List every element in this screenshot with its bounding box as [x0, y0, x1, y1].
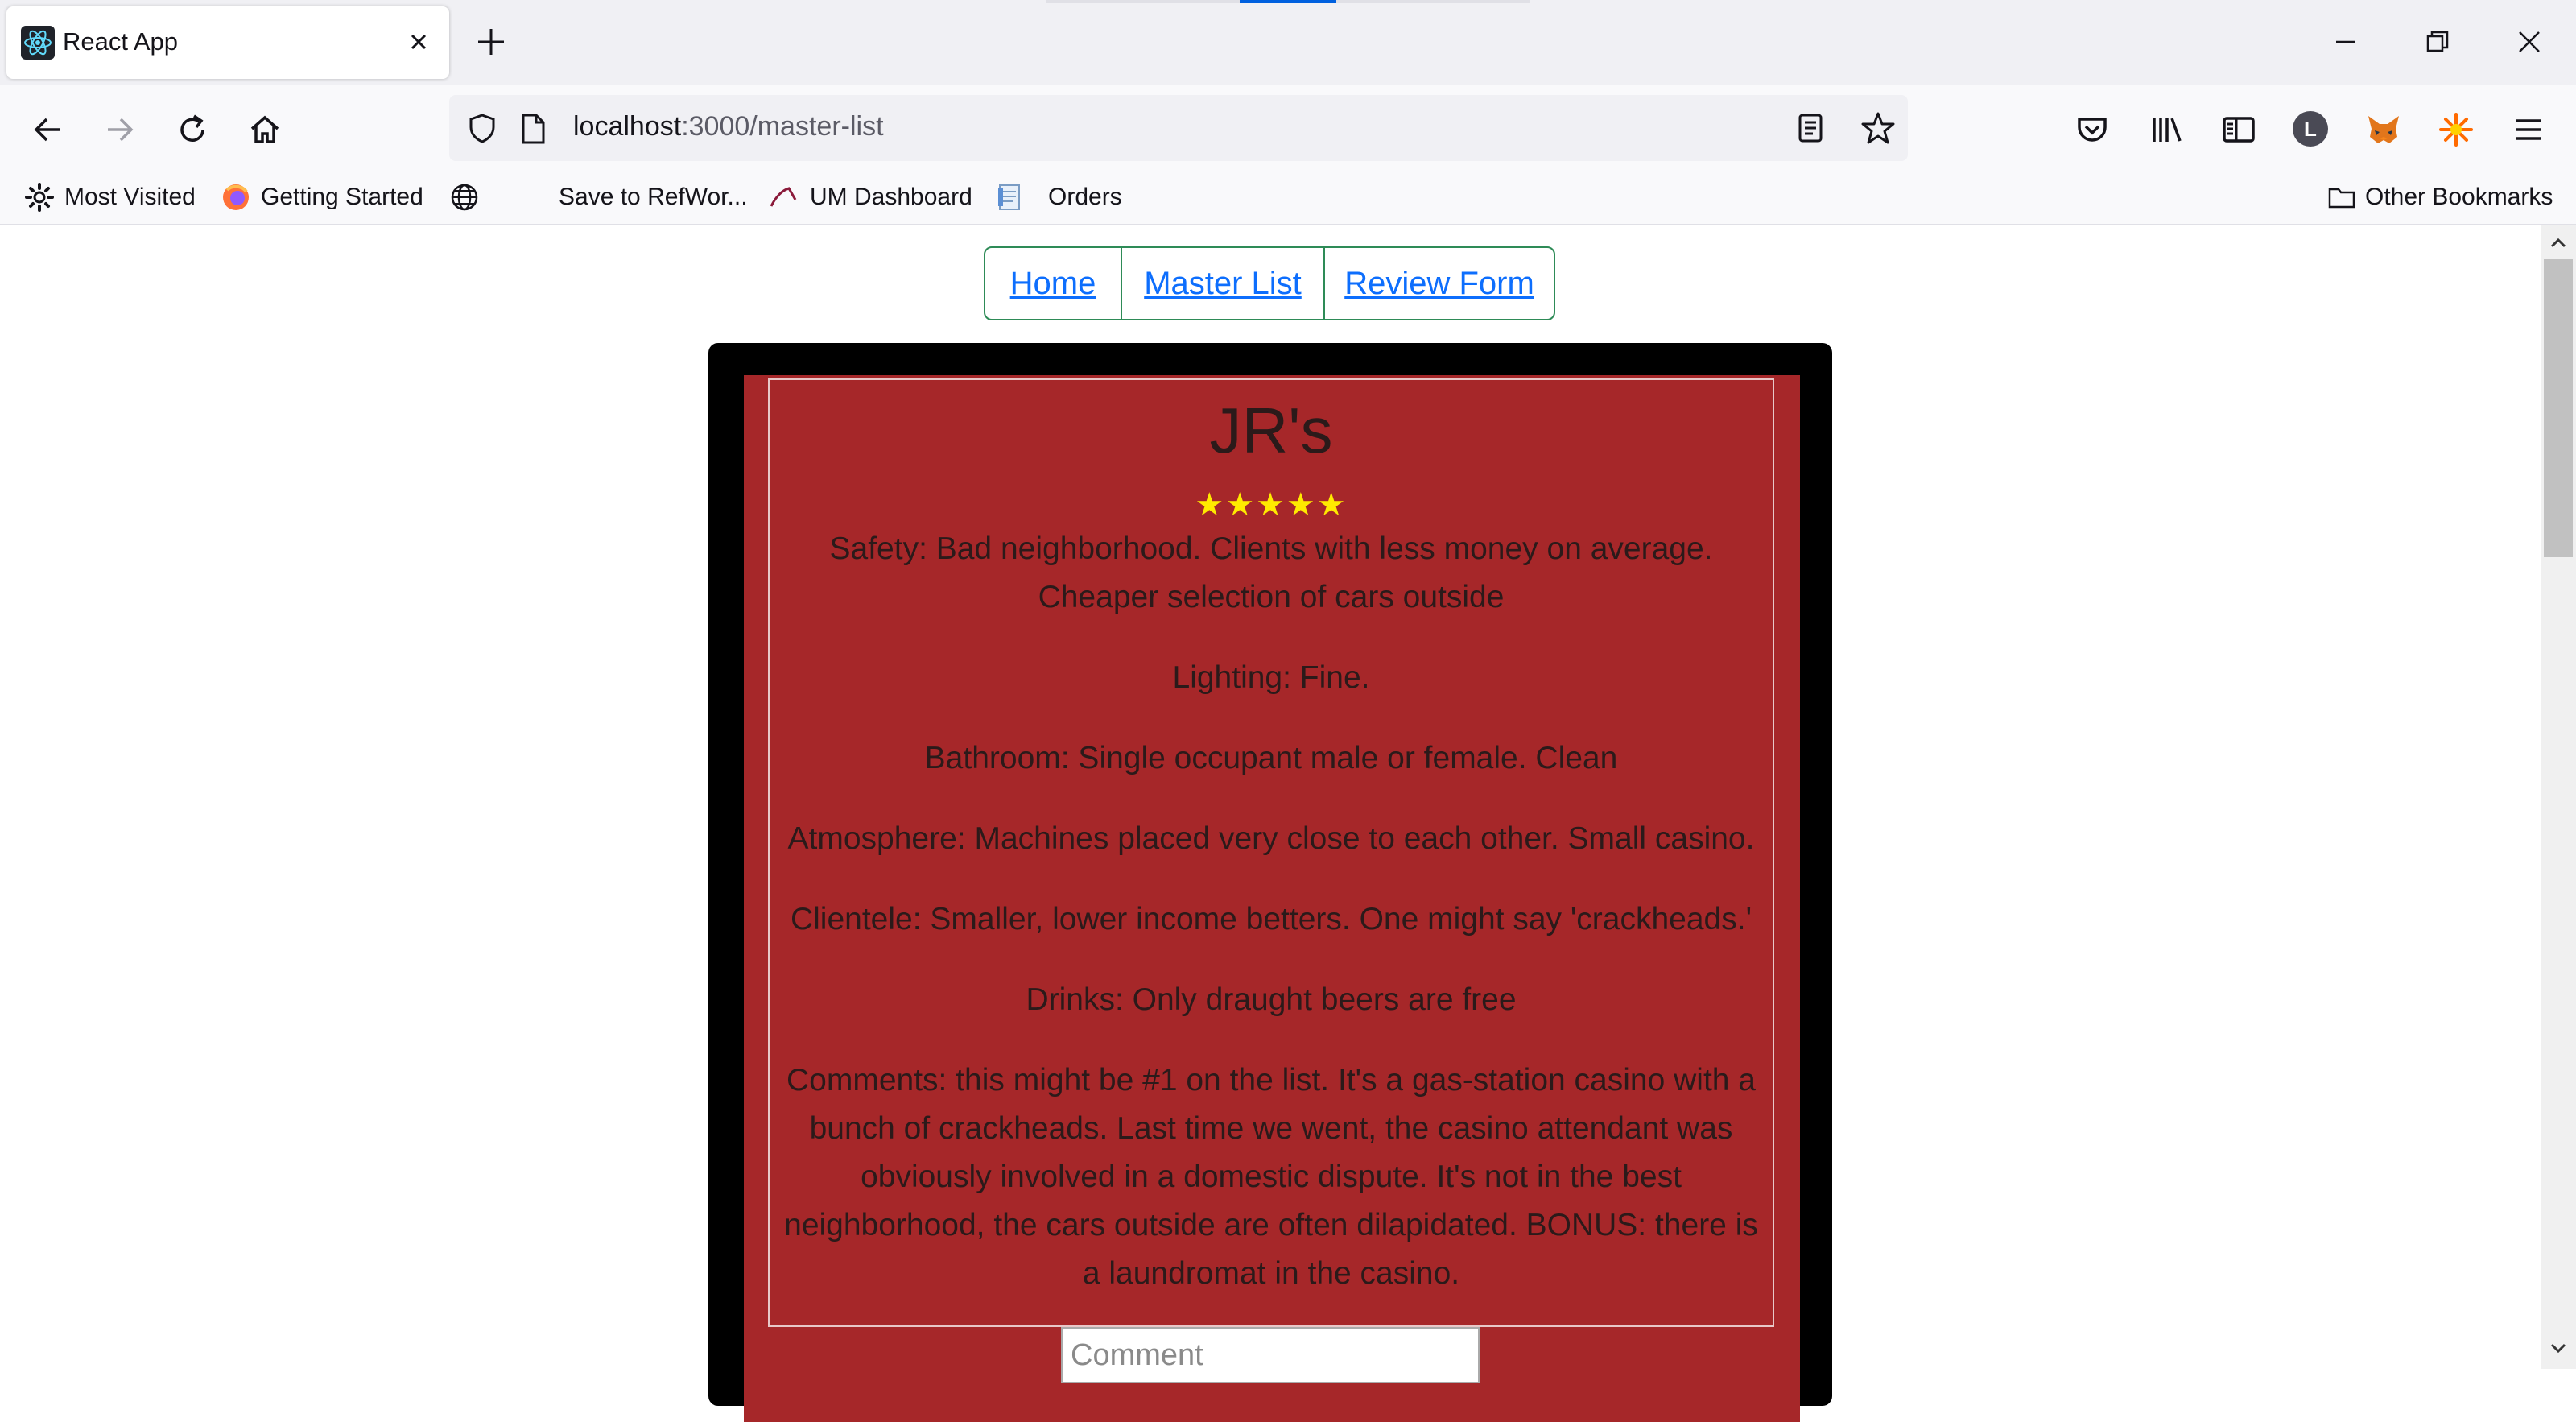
page-scrollbar[interactable]	[2541, 225, 2576, 1369]
scroll-down-arrow-icon[interactable]	[2547, 1337, 2570, 1359]
nav-link-review-form[interactable]: Review Form	[1325, 248, 1554, 319]
tab-strip-active-indicator	[1240, 0, 1336, 3]
metamask-fox-icon[interactable]	[2363, 110, 2404, 150]
review-content: JR's ★★★★★ Safety: Bad neighborhood. Cli…	[768, 378, 1774, 1327]
avatar-initial: L	[2304, 117, 2317, 141]
reader-view-icon[interactable]	[1794, 111, 1827, 145]
orders-document-icon	[998, 184, 1020, 210]
close-window-icon[interactable]	[2510, 23, 2549, 61]
url-text: localhost:3000/master-list	[573, 111, 884, 143]
shield-icon[interactable]	[465, 111, 499, 145]
bookmark-um-dashboard[interactable]: UM Dashboard	[810, 184, 972, 211]
page-info-icon[interactable]	[518, 113, 547, 145]
nav-link-master-list[interactable]: Master List	[1122, 248, 1325, 319]
bookmark-star-icon[interactable]	[1860, 110, 1897, 147]
review-drinks: Drinks: Only draught beers are free	[1026, 982, 1517, 1017]
close-tab-icon[interactable]	[401, 24, 436, 60]
react-favicon-icon	[21, 26, 55, 60]
venue-name: JR's	[1209, 395, 1333, 466]
bookmark-getting-started[interactable]: Getting Started	[261, 184, 423, 211]
forward-icon[interactable]	[100, 110, 140, 150]
home-icon[interactable]	[245, 110, 285, 150]
browser-tab-active[interactable]: React App	[6, 6, 449, 79]
gear-icon	[25, 183, 54, 212]
url-path: :3000/master-list	[681, 111, 884, 142]
site-nav: Home Master List Review Form	[984, 246, 1555, 320]
folder-icon	[2328, 188, 2355, 209]
scrollbar-thumb[interactable]	[2544, 259, 2573, 557]
review-comments: Comments: this might be #1 on the list. …	[784, 1063, 1758, 1291]
library-icon[interactable]	[2146, 110, 2186, 150]
scroll-up-arrow-icon[interactable]	[2547, 232, 2570, 254]
url-bar[interactable]: localhost:3000/master-list	[449, 95, 1908, 161]
tab-strip: React App	[0, 0, 2576, 85]
restore-icon[interactable]	[2418, 23, 2457, 61]
url-host: localhost	[573, 111, 682, 142]
navigation-toolbar: localhost:3000/master-list L	[0, 85, 2576, 174]
bookmark-most-visited[interactable]: Most Visited	[64, 184, 196, 211]
um-dashboard-icon	[770, 187, 797, 207]
extension-burst-icon[interactable]	[2436, 110, 2476, 150]
globe-icon[interactable]	[449, 182, 480, 213]
firefox-icon	[223, 184, 249, 210]
pocket-icon[interactable]	[2072, 110, 2112, 150]
bookmark-orders[interactable]: Orders	[1048, 184, 1122, 211]
back-icon[interactable]	[27, 110, 68, 150]
star-rating: ★★★★★	[1195, 487, 1348, 523]
bookmark-save-to-refworks[interactable]: Save to RefWor...	[559, 184, 748, 211]
bookmarks-toolbar: Most Visited Getting Started Save to Ref…	[0, 174, 2576, 225]
review-atmosphere: Atmosphere: Machines placed very close t…	[787, 821, 1755, 856]
review-lighting: Lighting: Fine.	[1172, 660, 1370, 695]
sidebar-icon[interactable]	[2219, 110, 2259, 150]
reload-icon[interactable]	[172, 110, 213, 150]
review-safety: Safety: Bad neighborhood. Clients with l…	[829, 531, 1713, 614]
review-bathroom: Bathroom: Single occupant male or female…	[924, 741, 1618, 775]
tab-title: React App	[63, 27, 179, 56]
minimize-icon[interactable]	[2326, 23, 2365, 61]
new-tab-icon[interactable]	[473, 24, 509, 60]
comment-input[interactable]	[1061, 1327, 1480, 1383]
menu-hamburger-icon[interactable]	[2508, 110, 2549, 150]
bookmark-other-bookmarks[interactable]: Other Bookmarks	[2365, 184, 2553, 211]
nav-link-home[interactable]: Home	[985, 248, 1122, 319]
account-avatar[interactable]: L	[2293, 111, 2328, 147]
review-clientele: Clientele: Smaller, lower income betters…	[790, 902, 1752, 936]
